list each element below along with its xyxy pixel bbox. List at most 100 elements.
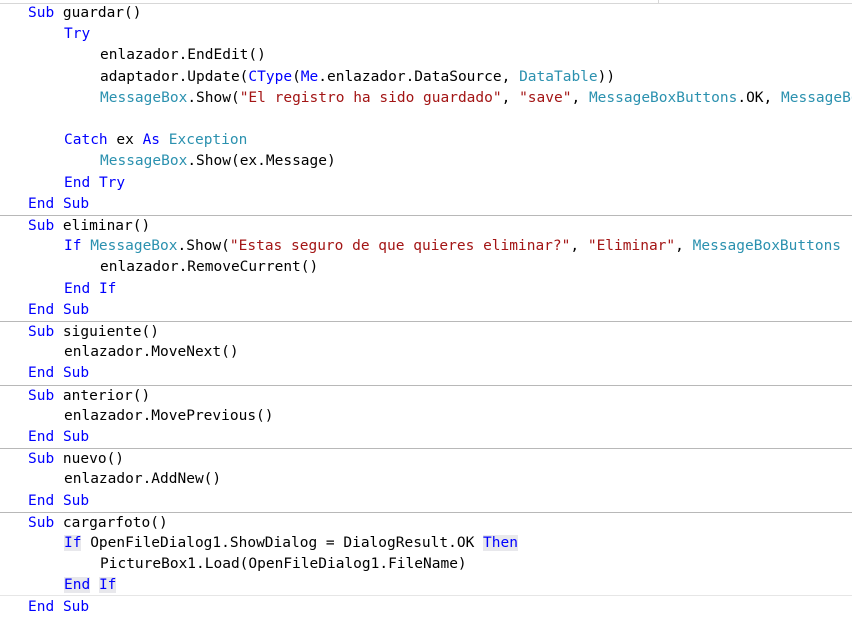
code-token: PictureBox1.Load(OpenFileDialog1.FileNam… xyxy=(100,556,467,573)
code-line[interactable]: End If xyxy=(0,279,852,300)
code-line[interactable]: Sub nuevo() xyxy=(0,448,852,469)
type-token: Exception xyxy=(168,132,248,149)
keyword-token: Sub xyxy=(28,387,55,404)
keyword-token: Sub xyxy=(28,451,55,468)
code-line[interactable]: adaptador.Update(CType(Me.enlazador.Data… xyxy=(0,67,852,88)
type-token: MessageBox xyxy=(90,238,178,255)
code-token: ex xyxy=(107,132,143,149)
keyword-token: Then xyxy=(483,535,518,551)
keyword-token: Sub xyxy=(28,218,55,234)
string-token: "Estas seguro de que quieres eliminar?" xyxy=(229,238,571,255)
code-token: enlazador.MovePrevious() xyxy=(64,407,274,424)
keyword-token: Sub xyxy=(28,324,55,340)
keyword-token: End xyxy=(64,577,91,594)
code-line[interactable]: End Sub xyxy=(0,491,852,512)
code-line[interactable] xyxy=(0,109,852,130)
keyword-token: Sub xyxy=(62,365,90,382)
code-line[interactable]: enlazador.AddNew() xyxy=(0,469,852,490)
keyword-token: End xyxy=(64,174,91,191)
keyword-token: Sub xyxy=(28,514,55,531)
code-line[interactable]: Sub guardar() xyxy=(0,3,852,24)
code-token: eliminar() xyxy=(54,218,151,234)
code-token: .OK, xyxy=(737,89,781,106)
keyword-token: Sub xyxy=(62,195,90,212)
keyword-token: End xyxy=(28,301,55,318)
type-token: MessageBoxButtons xyxy=(692,238,842,255)
code-line[interactable]: End Sub xyxy=(0,597,852,618)
code-token: .Show( xyxy=(187,89,240,106)
type-token: MessageBox xyxy=(100,153,188,170)
keyword-token: End xyxy=(28,492,55,509)
keyword-token: Sub xyxy=(62,301,90,318)
code-token: , xyxy=(570,238,588,255)
code-line[interactable]: End Try xyxy=(0,173,852,194)
string-token: "save" xyxy=(519,89,572,106)
code-line[interactable]: enlazador.EndEdit() xyxy=(0,45,852,66)
code-token: enlazador.AddNew() xyxy=(64,471,222,488)
code-token: nuevo() xyxy=(54,451,125,468)
code-token: ( xyxy=(292,68,301,85)
code-line[interactable]: enlazador.MoveNext() xyxy=(0,342,852,363)
code-line[interactable]: Sub eliminar() xyxy=(0,215,852,236)
code-line[interactable]: MessageBox.Show(ex.Message) xyxy=(0,151,852,172)
code-line[interactable]: End Sub xyxy=(0,300,852,321)
code-token: anterior() xyxy=(54,387,151,404)
keyword-token: End xyxy=(28,365,55,382)
keyword-token: Sub xyxy=(62,429,90,445)
keyword-token: End xyxy=(28,429,55,445)
keyword-token: As xyxy=(142,132,161,149)
keyword-token: Me xyxy=(300,68,319,85)
keyword-token: If xyxy=(64,535,82,551)
keyword-token: Catch xyxy=(64,132,108,149)
code-line[interactable]: PictureBox1.Load(OpenFileDialog1.FileNam… xyxy=(0,554,852,575)
code-token: )) xyxy=(597,68,616,85)
code-token: .enlazador.DataSource, xyxy=(318,68,520,85)
code-editor[interactable]: Sub guardar() Try enlazador.EndEdit() adapt… xyxy=(0,0,852,620)
keyword-token: If xyxy=(98,280,117,297)
code-line[interactable]: If OpenFileDialog1.ShowDialog = DialogRe… xyxy=(0,533,852,554)
keyword-token: End xyxy=(64,280,91,297)
code-line[interactable]: End Sub xyxy=(0,427,852,448)
keyword-token: If xyxy=(64,238,82,255)
code-line[interactable]: Sub cargarfoto() xyxy=(0,511,852,533)
code-line[interactable]: Sub siguiente() xyxy=(0,321,852,342)
code-line[interactable]: Sub anterior() xyxy=(0,384,852,406)
keyword-token: End xyxy=(28,195,55,212)
code-token: OpenFileDialog1.ShowDialog = DialogResul… xyxy=(81,535,484,551)
code-token: , xyxy=(501,89,520,106)
code-token: siguiente() xyxy=(54,324,159,340)
code-line[interactable]: Catch ex As Exception xyxy=(0,130,852,151)
code-line[interactable]: MessageBox.Show("El registro ha sido gua… xyxy=(0,88,852,109)
type-token: DataTable xyxy=(519,68,598,85)
type-token: MessageBoxButtons xyxy=(588,89,738,106)
code-line[interactable]: End Sub xyxy=(0,194,852,215)
string-token: "El registro ha sido guardado" xyxy=(239,89,502,106)
keyword-token: End xyxy=(28,598,55,615)
code-token: .Show(ex.Message) xyxy=(187,153,336,170)
keyword-token: Sub xyxy=(28,5,55,21)
code-line[interactable]: enlazador.MovePrevious() xyxy=(0,406,852,427)
code-line[interactable]: End Sub xyxy=(0,363,852,384)
keyword-token: Sub xyxy=(62,492,90,509)
code-token: cargarfoto() xyxy=(54,514,168,531)
keyword-token: Try xyxy=(64,26,91,43)
code-line[interactable]: If MessageBox.Show("Estas seguro de que … xyxy=(0,236,852,257)
code-line[interactable]: End If xyxy=(0,575,852,597)
code-token: adaptador.Update( xyxy=(100,68,249,85)
code-line[interactable]: enlazador.RemoveCurrent() xyxy=(0,257,852,278)
code-token: enlazador.MoveNext() xyxy=(64,344,239,361)
code-line[interactable]: Try xyxy=(0,24,852,45)
type-token: MessageBoxIcon xyxy=(781,89,852,106)
keyword-token: Sub xyxy=(62,598,90,615)
code-token: , xyxy=(571,89,589,106)
